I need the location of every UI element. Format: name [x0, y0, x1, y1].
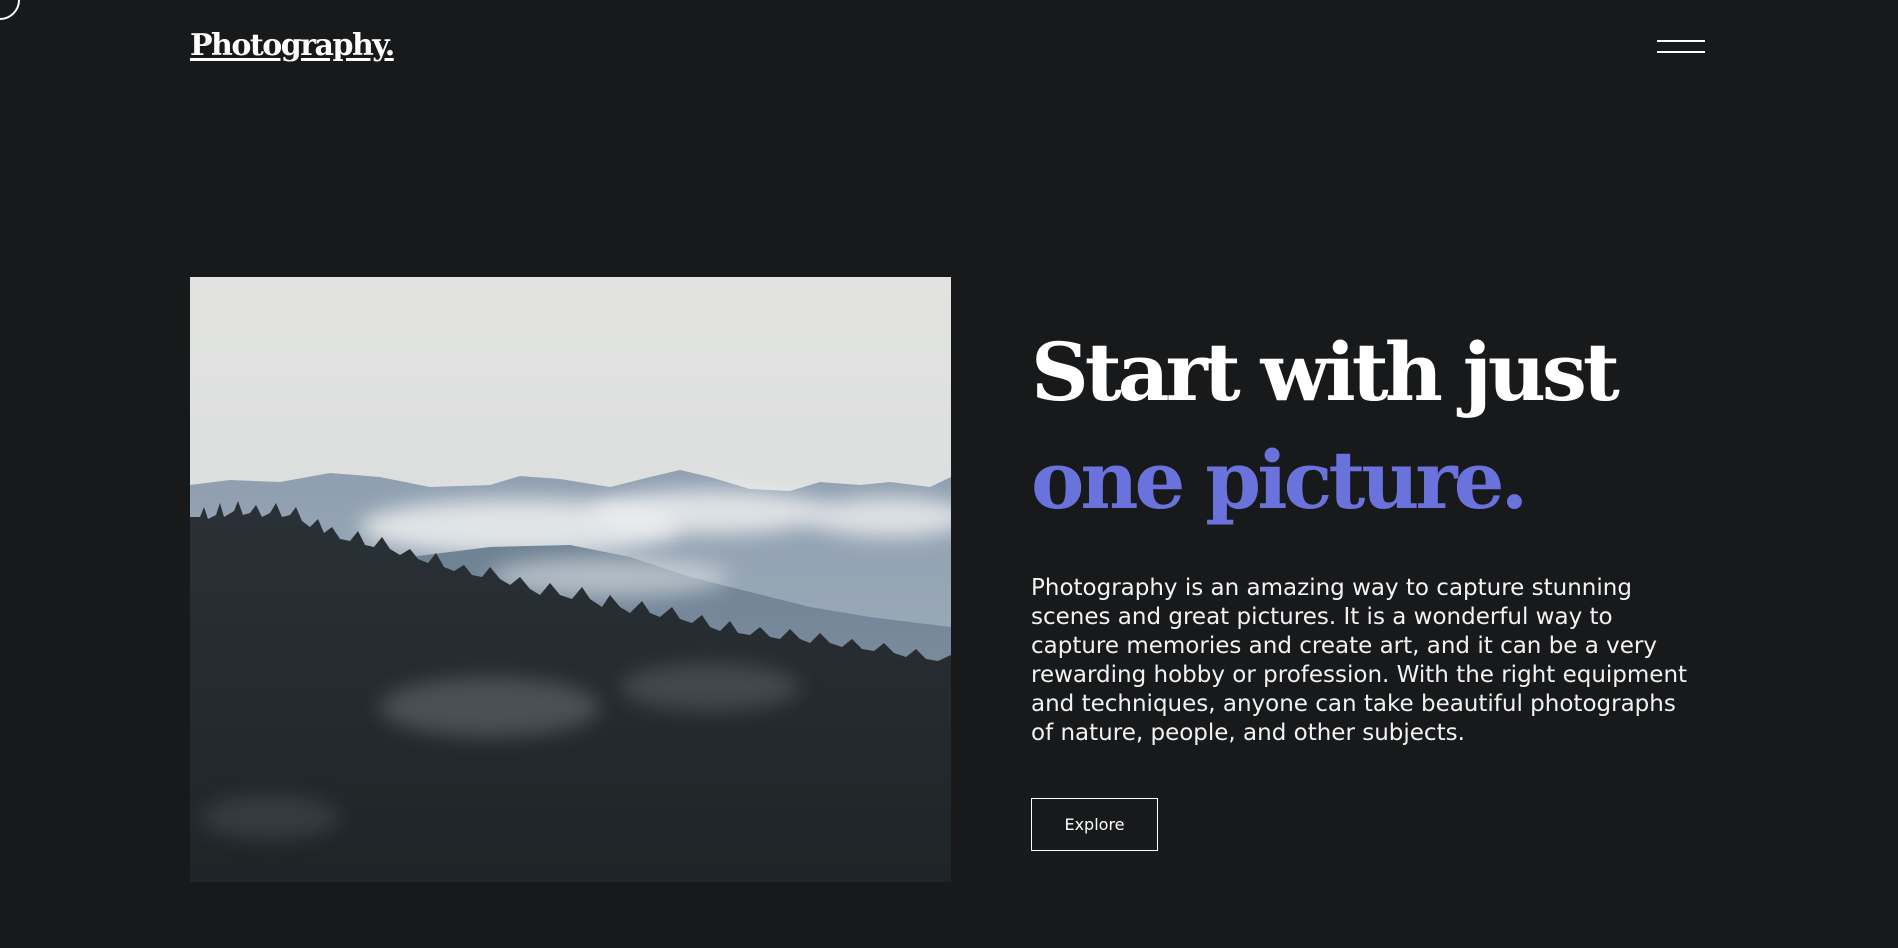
menu-bar-bottom: [1657, 51, 1705, 53]
hero-image: [190, 277, 951, 882]
hamburger-menu-icon[interactable]: [1655, 38, 1705, 56]
logo-link[interactable]: Photography.: [190, 28, 395, 63]
page: Photography. Start with just one picture…: [0, 0, 1898, 948]
hero-headline: Start with just one picture.: [1031, 318, 1620, 534]
headline-line-1: Start with just: [1031, 325, 1620, 419]
headline-line-2: one picture.: [1031, 433, 1528, 527]
hero-description: Photography is an amazing way to capture…: [1031, 575, 1688, 746]
cursor-ring: [0, 0, 20, 20]
menu-bar-top: [1657, 40, 1705, 42]
explore-button[interactable]: Explore: [1031, 798, 1158, 851]
